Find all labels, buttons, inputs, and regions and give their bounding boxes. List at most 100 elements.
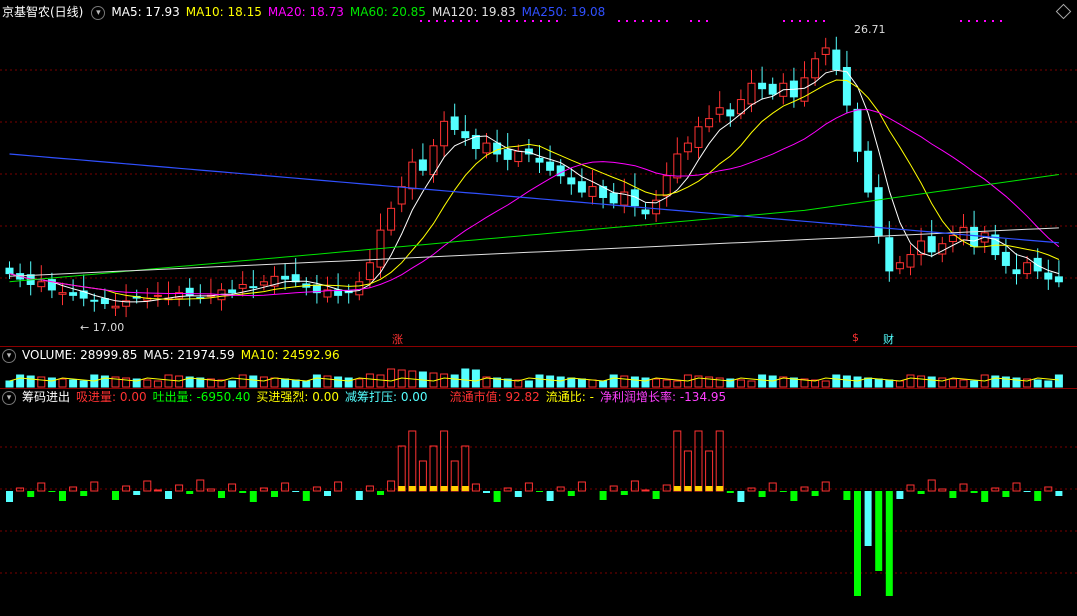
signal-dot	[783, 20, 785, 22]
price-panel[interactable]: 京基智农(日线) ▾ MA5: 17.93 MA10: 18.15 MA20: 18.7…	[0, 0, 1077, 346]
chip-strong-buy-bar	[451, 486, 459, 491]
candle-down	[503, 149, 512, 160]
chip-inflow-bar	[821, 481, 830, 492]
volume-bar	[164, 374, 173, 388]
chip-outflow-bar	[758, 491, 766, 497]
candle-up	[153, 294, 162, 297]
candle-down	[418, 159, 427, 171]
candle-down	[874, 187, 883, 237]
chip-inflow-bar	[524, 482, 533, 492]
candle-down	[1054, 276, 1063, 283]
volume-bar	[641, 377, 650, 388]
signal-dot	[476, 20, 478, 22]
candle-down	[90, 299, 99, 302]
chip-inflow-bar	[906, 484, 915, 492]
candle-up	[694, 126, 703, 148]
candle-down	[535, 157, 544, 163]
candle-down	[450, 116, 459, 130]
cai-marker[interactable]: 财	[883, 331, 894, 347]
signal-dot	[626, 20, 628, 22]
chip-strong-buy-bar	[695, 486, 702, 491]
signal-dot	[960, 20, 962, 22]
candle-down	[567, 177, 576, 185]
signal-dot	[968, 20, 970, 22]
candlestick-chart[interactable]	[0, 0, 1077, 346]
candle-up	[37, 281, 46, 288]
chip-outflow-bar	[779, 491, 787, 492]
dollar-marker[interactable]: $	[852, 331, 859, 344]
candle-down	[1012, 269, 1021, 275]
volume-bar	[673, 380, 682, 388]
volume-bar	[461, 368, 470, 388]
chip-inflow-bar	[143, 480, 152, 492]
volume-bars	[5, 368, 1063, 388]
candle-up	[365, 262, 374, 281]
chip-inflow-bar	[440, 430, 449, 492]
chip-inflow-bar	[768, 482, 777, 492]
signal-dot	[976, 20, 978, 22]
volume-bar	[906, 374, 915, 388]
chip-strong-buy-bar	[430, 486, 437, 491]
chip-outflow-bar	[377, 491, 384, 495]
volume-bar	[662, 379, 671, 388]
chip-outflow-bar	[546, 491, 554, 501]
chip-inflow-bar	[683, 450, 692, 492]
chip-outflow-bar	[875, 491, 883, 571]
volume-bar	[1033, 379, 1042, 388]
candle-up	[673, 153, 682, 179]
volume-bar	[588, 379, 597, 388]
volume-bar	[334, 376, 343, 388]
volume-bar	[47, 377, 56, 388]
candle-down	[185, 287, 194, 296]
volume-bar	[864, 377, 873, 388]
volume-bar	[153, 380, 162, 388]
volume-bar	[355, 378, 364, 388]
chip-outflow-bar	[864, 491, 872, 546]
signal-dot	[468, 20, 470, 22]
chip-outflow-bar	[652, 491, 660, 499]
candle-up	[238, 283, 247, 289]
signal-dot	[791, 20, 793, 22]
chip-inflow-bar	[429, 445, 438, 492]
volume-bar	[376, 374, 385, 388]
candle-up	[662, 175, 671, 197]
volume-bar	[938, 377, 947, 388]
signal-dot	[698, 20, 700, 22]
candle-up	[948, 235, 957, 243]
volume-bar	[959, 379, 968, 388]
signal-dot	[500, 20, 502, 22]
chip-outflow-bar	[27, 491, 35, 497]
signal-dot	[420, 20, 422, 22]
signal-dot	[992, 20, 994, 22]
chip-inflow-bar	[365, 485, 374, 492]
volume-bar	[927, 376, 936, 388]
chip-inflow-bar	[281, 482, 290, 492]
candle-up	[58, 292, 67, 295]
volume-bar	[270, 377, 279, 388]
chip-inflow-bar	[673, 430, 682, 492]
volume-bar	[37, 376, 46, 388]
candle-up	[111, 305, 120, 309]
candle-up	[408, 161, 417, 190]
signal-dot	[452, 20, 454, 22]
candle-up	[705, 118, 714, 128]
zhang-marker[interactable]: 涨	[392, 331, 403, 347]
candle-down	[758, 82, 767, 90]
volume-bar	[365, 373, 374, 388]
volume-bar	[16, 374, 25, 388]
candle-down	[69, 292, 78, 296]
chip-outflow-bar	[514, 491, 522, 497]
chip-panel[interactable]: ▾ 筹码进出 吸进量: 0.00 吐出量: -6950.40 买进强烈: 0.00 减筹打…	[0, 388, 1077, 616]
volume-bar	[842, 375, 851, 388]
signal-dot	[436, 20, 438, 22]
chip-outflow-bar	[854, 491, 861, 596]
volume-bar	[577, 378, 586, 388]
signal-dot	[815, 20, 817, 22]
volume-panel[interactable]: ▾ VOLUME: 28999.85 MA5: 21974.59 MA10: 2459…	[0, 346, 1077, 389]
signal-dot	[540, 20, 542, 22]
candle-down	[970, 226, 979, 247]
candle-down	[228, 289, 237, 294]
chip-outflow-bar	[737, 491, 745, 502]
volume-bar	[599, 380, 608, 388]
chip-outflow-bar	[726, 491, 734, 493]
